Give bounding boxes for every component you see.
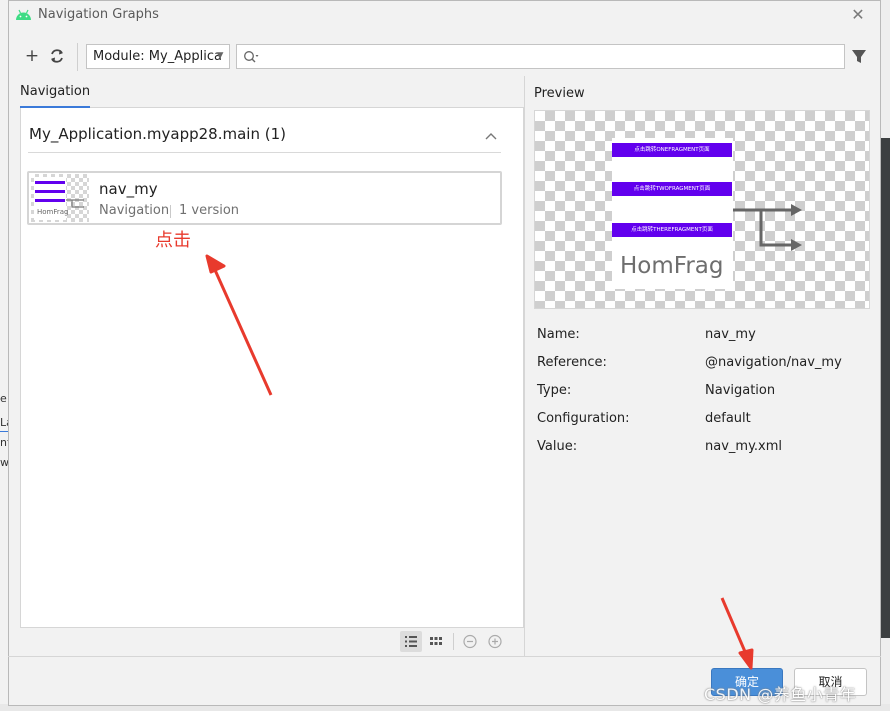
chevron-down-icon[interactable]: ▼ [212,44,228,69]
property-label-value: Value: [537,439,578,454]
tab-bar [20,76,524,108]
background-editor-strip [880,138,890,638]
property-value-name: nav_my [705,327,756,342]
refresh-icon[interactable] [49,48,65,64]
navigation-graph-version: 1 version [179,203,240,218]
zoom-in-icon[interactable] [484,631,506,652]
dialog-title: Navigation Graphs [38,7,159,22]
navigation-graph-name: nav_my [99,180,158,198]
meta-divider [170,205,171,218]
thumbnail-arrows [66,199,84,208]
footer-divider [8,656,881,657]
panel-splitter[interactable] [524,76,525,656]
group-divider [28,152,501,153]
search-icon [244,51,259,63]
thumbnail-button [35,199,65,202]
preview-fragment-label: HomFrag [620,253,724,279]
toolbar-separator [77,43,78,71]
preview-label: Preview [534,86,585,101]
list-view-icon[interactable] [400,631,422,652]
module-select[interactable]: Module: My_Applica [86,44,230,69]
property-value-reference: @navigation/nav_my [705,355,842,370]
chevron-up-icon[interactable] [480,126,502,146]
android-icon [16,9,31,20]
property-label-configuration: Configuration: [537,411,630,426]
filter-icon[interactable] [850,46,868,66]
navigation-list-panel [20,76,524,656]
view-bar-separator [453,633,454,650]
property-label-type: Type: [537,383,572,398]
preview-button-two: 点击跳转TWOFRAGMENT页面 [612,182,732,196]
property-label-reference: Reference: [537,355,607,370]
tab-navigation[interactable]: Navigation [20,76,90,108]
grid-view-icon[interactable] [425,631,447,652]
property-value-value: nav_my.xml [705,439,783,454]
property-label-name: Name: [537,327,580,342]
preview-button-one: 点击跳转ONEFRAGMENT页面 [612,143,732,157]
thumbnail-button [35,190,65,193]
plus-icon[interactable]: + [21,45,43,67]
close-icon[interactable]: ✕ [846,4,870,26]
preview-button-three: 点击跳转THEREFRAGMENT页面 [612,223,732,237]
watermark: CSDN @养鱼小青年 [704,685,857,704]
property-value-type: Navigation [705,383,776,398]
search-input[interactable] [236,44,845,69]
view-mode-bar [20,627,524,656]
navigation-graph-thumbnail: HomFrag [31,174,89,222]
group-title: My_Application.myapp28.main (1) [29,125,286,143]
annotation-click-label: 点击 [155,230,191,251]
thumbnail-label: HomFrag [37,208,69,216]
navigation-graph-type: Navigation [99,203,170,218]
zoom-out-icon[interactable] [459,631,481,652]
thumbnail-button [35,181,65,184]
preview-action-arrows [733,204,802,251]
property-value-configuration: default [705,411,751,426]
